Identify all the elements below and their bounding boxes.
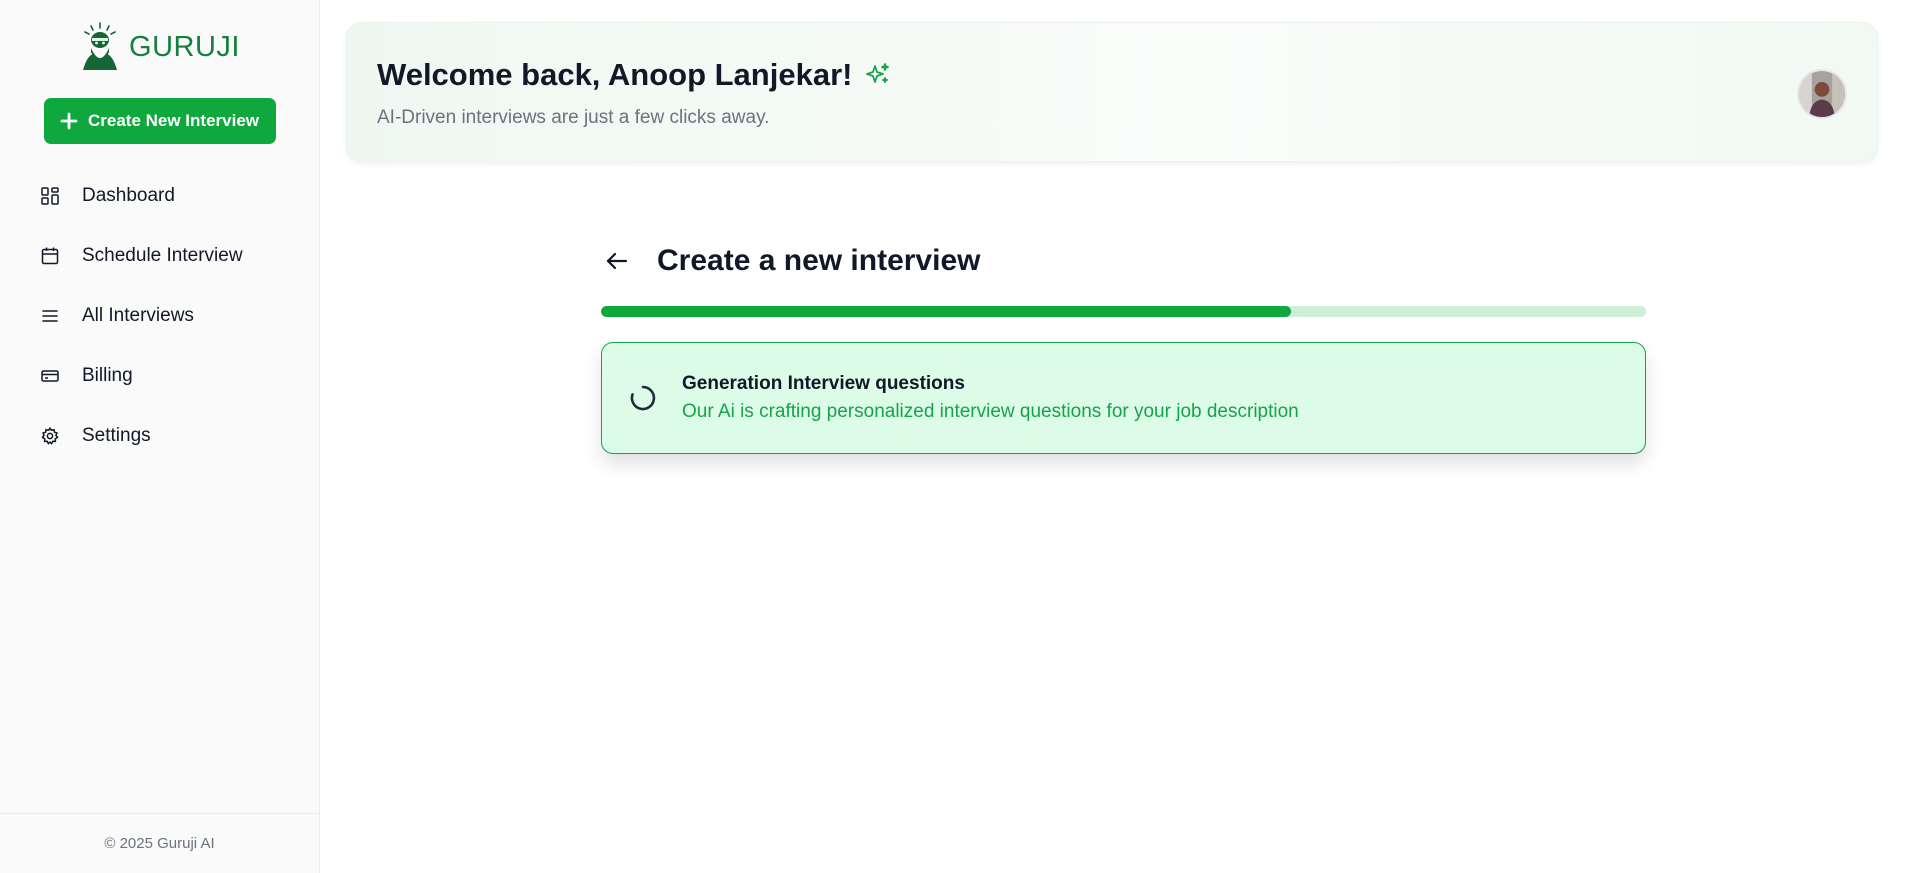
arrow-left-icon <box>606 252 628 270</box>
generation-status-card: Generation Interview questions Our Ai is… <box>601 342 1646 454</box>
sidebar-item-settings[interactable]: Settings <box>0 406 319 466</box>
loading-spinner-icon <box>630 385 656 411</box>
back-button[interactable] <box>601 245 633 277</box>
guru-logo-icon <box>83 22 118 70</box>
create-new-interview-label: Create New Interview <box>87 111 259 130</box>
welcome-heading: Welcome back, Anoop Lanjekar! <box>377 57 853 92</box>
sidebar-item-label: Schedule Interview <box>82 245 243 266</box>
sidebar-item-billing[interactable]: Billing <box>0 346 319 406</box>
sidebar-item-label: All Interviews <box>82 305 194 326</box>
progress-bar <box>601 306 1646 317</box>
plus-icon <box>60 112 78 130</box>
dashboard-icon <box>41 187 59 205</box>
create-interview-section: Create a new interview Generation Interv… <box>601 240 1646 454</box>
status-title: Generation Interview questions <box>682 373 965 394</box>
status-text: Generation Interview questions Our Ai is… <box>682 373 1299 423</box>
list-icon <box>42 310 58 322</box>
sidebar-item-all-interviews[interactable]: All Interviews <box>0 286 319 346</box>
sidebar: GURUJI Create New Interview Dashboard Sc… <box>0 0 320 873</box>
user-avatar-icon <box>1799 71 1845 117</box>
welcome-banner: Welcome back, Anoop Lanjekar! AI-Driven … <box>346 22 1878 162</box>
sidebar-footer: © 2025 Guruji AI <box>0 813 319 873</box>
page-header: Create a new interview <box>601 240 1646 282</box>
brand[interactable]: GURUJI <box>0 22 319 72</box>
sidebar-item-label: Billing <box>82 365 133 386</box>
status-description: Our Ai is crafting personalized intervie… <box>682 401 1299 422</box>
sparkles-icon <box>866 63 890 83</box>
create-new-interview-button[interactable]: Create New Interview <box>43 98 276 144</box>
welcome-title-row: Welcome back, Anoop Lanjekar! <box>377 57 892 93</box>
sidebar-nav: Dashboard Schedule Interview All Intervi… <box>0 166 319 466</box>
sidebar-item-label: Dashboard <box>82 185 175 206</box>
main-content: Welcome back, Anoop Lanjekar! AI-Driven … <box>320 0 1919 873</box>
brand-name: GURUJI <box>129 30 240 63</box>
progress-bar-fill <box>601 306 1291 317</box>
avatar[interactable] <box>1797 69 1847 119</box>
page-title: Create a new interview <box>657 244 981 277</box>
credit-card-icon <box>41 370 59 382</box>
welcome-subtitle: AI-Driven interviews are just a few clic… <box>377 107 770 128</box>
sidebar-item-dashboard[interactable]: Dashboard <box>0 166 319 226</box>
calendar-icon <box>41 247 59 265</box>
gear-icon <box>41 427 59 445</box>
sidebar-item-schedule-interview[interactable]: Schedule Interview <box>0 226 319 286</box>
app-root: GURUJI Create New Interview Dashboard Sc… <box>0 0 1919 873</box>
sidebar-item-label: Settings <box>82 425 151 446</box>
